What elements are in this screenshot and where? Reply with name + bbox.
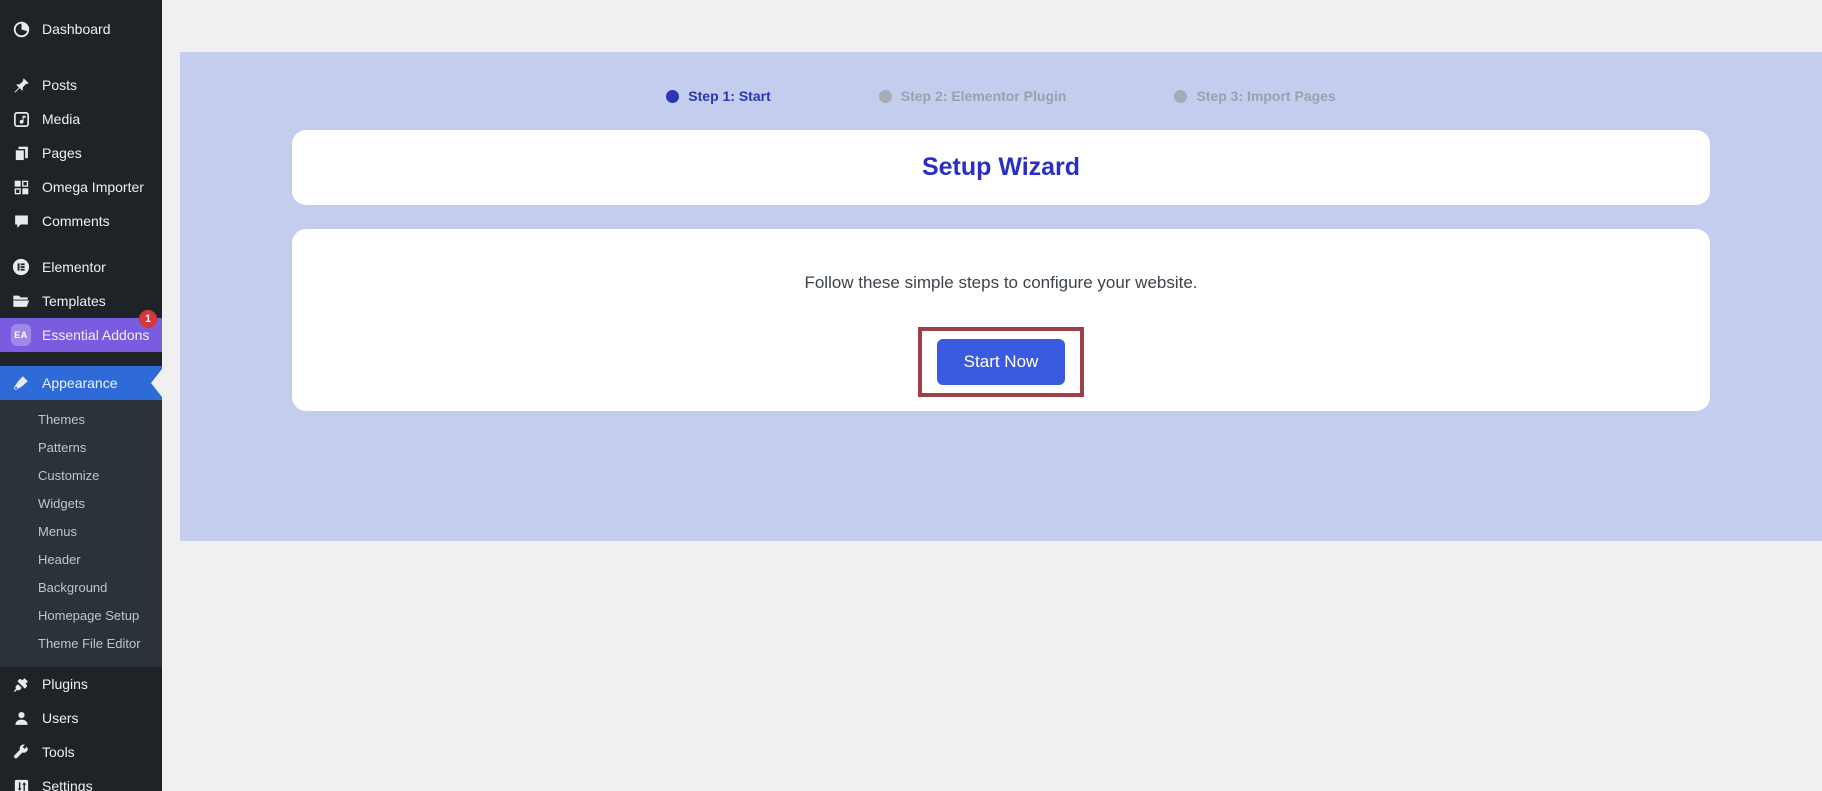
step-dot-icon — [1174, 90, 1187, 103]
step-2-elementor-plugin[interactable]: Step 2: Elementor Plugin — [879, 88, 1067, 104]
menu-separator — [0, 238, 162, 250]
sidebar-item-templates[interactable]: Templates — [0, 284, 162, 318]
submenu-item-background[interactable]: Background — [0, 573, 162, 601]
menu-separator — [0, 352, 162, 366]
appearance-submenu: Themes Patterns Customize Widgets Menus … — [0, 400, 162, 667]
sidebar-item-posts[interactable]: Posts — [0, 68, 162, 102]
sidebar-item-label: Plugins — [42, 676, 88, 692]
sidebar-item-label: Pages — [42, 145, 82, 161]
submenu-item-widgets[interactable]: Widgets — [0, 489, 162, 517]
user-icon — [11, 708, 31, 728]
sidebar-item-label: Tools — [42, 744, 75, 760]
sidebar-item-label: Elementor — [42, 259, 106, 275]
wizard-cards: Setup Wizard Follow these simple steps t… — [180, 130, 1822, 411]
sidebar-item-comments[interactable]: Comments — [0, 204, 162, 238]
step-dot-icon — [879, 90, 892, 103]
sidebar-item-label: Settings — [42, 778, 93, 791]
sidebar-item-label: Media — [42, 111, 80, 127]
sidebar-item-label: Templates — [42, 293, 106, 309]
wizard-title-card: Setup Wizard — [292, 130, 1710, 205]
sidebar-item-tools[interactable]: Tools — [0, 735, 162, 769]
step-dot-icon — [666, 90, 679, 103]
sidebar-item-pages[interactable]: Pages — [0, 136, 162, 170]
step-3-import-pages[interactable]: Step 3: Import Pages — [1174, 88, 1335, 104]
settings-sliders-icon — [11, 776, 31, 791]
wizard-description: Follow these simple steps to configure y… — [292, 273, 1710, 293]
essential-addons-icon: EA — [11, 325, 31, 345]
notification-badge: 1 — [139, 310, 157, 328]
sidebar-item-plugins[interactable]: Plugins — [0, 667, 162, 701]
sidebar-item-users[interactable]: Users — [0, 701, 162, 735]
admin-sidebar: Dashboard Posts Media Pages Omega Import… — [0, 0, 162, 791]
wizard-body-card: Follow these simple steps to configure y… — [292, 229, 1710, 411]
submenu-item-theme-file-editor[interactable]: Theme File Editor — [0, 629, 162, 657]
submenu-item-patterns[interactable]: Patterns — [0, 433, 162, 461]
sidebar-item-label: Essential Addons — [42, 327, 149, 343]
menu-separator — [0, 46, 162, 68]
sidebar-item-essential-addons[interactable]: EA Essential Addons 1 — [0, 318, 162, 352]
submenu-item-menus[interactable]: Menus — [0, 517, 162, 545]
pushpin-icon — [11, 75, 31, 95]
submenu-item-themes[interactable]: Themes — [0, 405, 162, 433]
sidebar-item-media[interactable]: Media — [0, 102, 162, 136]
elementor-icon — [11, 257, 31, 277]
folder-icon — [11, 291, 31, 311]
plug-icon — [11, 674, 31, 694]
sidebar-item-appearance[interactable]: Appearance — [0, 366, 162, 400]
sidebar-item-elementor[interactable]: Elementor — [0, 250, 162, 284]
submenu-item-homepage-setup[interactable]: Homepage Setup — [0, 601, 162, 629]
sidebar-item-label: Appearance — [42, 375, 118, 391]
step-1-start[interactable]: Step 1: Start — [666, 88, 770, 104]
importer-grid-icon — [11, 177, 31, 197]
comment-bubble-icon — [11, 211, 31, 231]
sidebar-item-label: Posts — [42, 77, 77, 93]
submenu-item-customize[interactable]: Customize — [0, 461, 162, 489]
paintbrush-icon — [11, 373, 31, 393]
media-icon — [11, 109, 31, 129]
annotation-highlight-box: Start Now — [918, 327, 1085, 397]
sidebar-item-omega-importer[interactable]: Omega Importer — [0, 170, 162, 204]
setup-wizard-panel: Step 1: Start Step 2: Elementor Plugin S… — [180, 52, 1822, 541]
sidebar-item-dashboard[interactable]: Dashboard — [0, 12, 162, 46]
pages-icon — [11, 143, 31, 163]
admin-content-area: Step 1: Start Step 2: Elementor Plugin S… — [162, 0, 1822, 541]
start-now-button[interactable]: Start Now — [937, 339, 1066, 385]
step-label: Step 3: Import Pages — [1196, 88, 1335, 104]
step-label: Step 2: Elementor Plugin — [901, 88, 1067, 104]
dashboard-icon — [11, 19, 31, 39]
sidebar-item-label: Comments — [42, 213, 110, 229]
wizard-steps: Step 1: Start Step 2: Elementor Plugin S… — [180, 52, 1822, 104]
sidebar-item-label: Dashboard — [42, 21, 111, 37]
wrench-icon — [11, 742, 31, 762]
sidebar-item-label: Omega Importer — [42, 179, 144, 195]
sidebar-item-label: Users — [42, 710, 79, 726]
sidebar-item-settings[interactable]: Settings — [0, 769, 162, 791]
current-menu-arrow-icon — [151, 369, 162, 397]
page-title: Setup Wizard — [922, 153, 1080, 182]
step-label: Step 1: Start — [688, 88, 770, 104]
submenu-item-header[interactable]: Header — [0, 545, 162, 573]
